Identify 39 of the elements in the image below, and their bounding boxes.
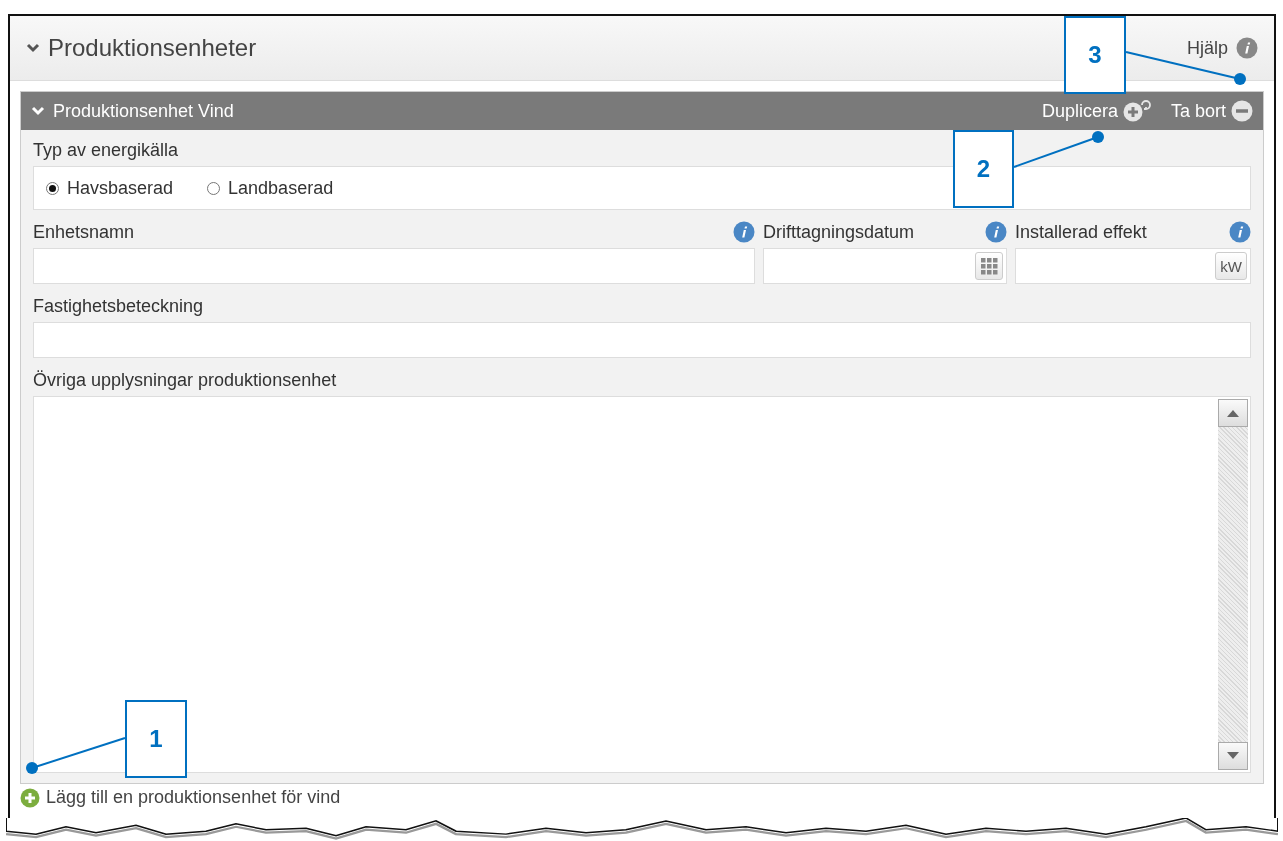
callout-number: 2 [953,130,1014,208]
help-link[interactable]: Hjälp [1186,37,1258,59]
duplicate-button[interactable]: Duplicera [1041,100,1153,122]
remove-button[interactable]: Ta bort [1170,100,1253,122]
date-field[interactable] [763,248,1007,284]
input-field[interactable]: kW [1015,248,1251,284]
info-icon[interactable] [985,221,1007,243]
info-icon[interactable] [733,221,755,243]
callout-number: 3 [1064,16,1126,94]
scroll-down-icon[interactable] [1227,752,1239,760]
field-label: Installerad effekt [1015,221,1147,244]
scroll-up-icon[interactable] [1227,409,1239,417]
plus-icon [20,787,40,808]
scrollbar[interactable] [1218,399,1248,770]
info-icon[interactable] [1229,221,1251,243]
unit-button[interactable]: kW [1215,252,1247,280]
chevron-down-icon[interactable] [31,104,45,118]
notes-field[interactable] [33,396,1251,773]
calendar-button[interactable] [975,252,1003,280]
chevron-down-icon[interactable] [26,41,40,55]
radio-button[interactable] [46,181,59,195]
calendar-grid-icon [980,257,998,275]
field-label: Fastighetsbeteckning [33,296,204,316]
section-title: Produktionsenheter [48,34,257,62]
duplicate-icon [1122,100,1153,122]
radio-option[interactable]: Havsbaserad [46,177,174,199]
add-unit-link[interactable]: Lägg till en produktionsenhet för vind [20,787,341,808]
field-label: Enhetsnamn [33,221,135,244]
input-field[interactable] [33,248,755,284]
input-field[interactable] [33,322,1251,358]
field-label: Övriga upplysningar produktionsenhet [33,370,337,390]
field-label: Drifttagningsdatum [763,221,915,244]
radio-button[interactable] [207,181,221,195]
unit-title: Produktionsenhet Vind [53,100,234,122]
info-icon[interactable] [1236,37,1258,59]
field-label: Typ av energikälla [33,139,179,162]
minus-icon [1231,100,1253,122]
callout-number: 1 [125,700,187,778]
radio-option[interactable]: Landbaserad [207,177,334,199]
